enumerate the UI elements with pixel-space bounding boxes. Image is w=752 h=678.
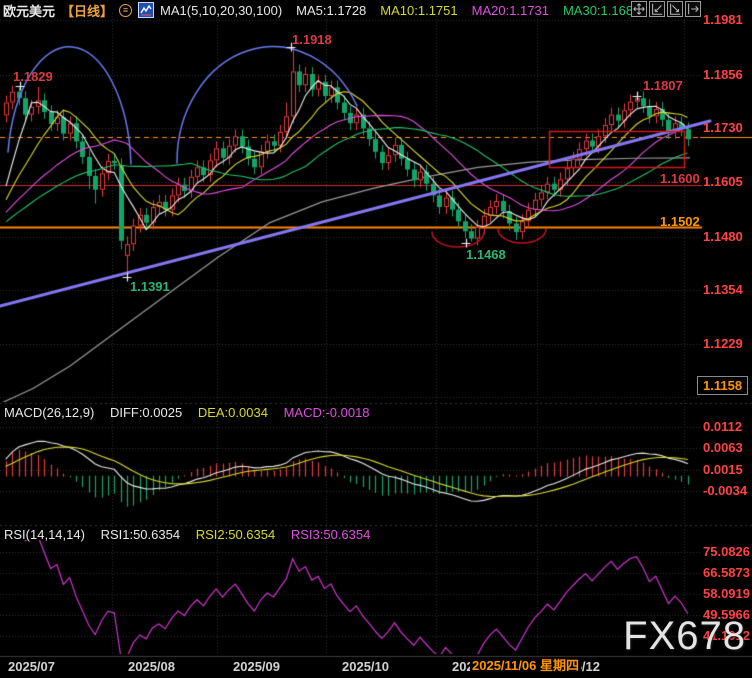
price-axis-label: 1.1605 bbox=[703, 175, 743, 188]
zigzag-icon bbox=[140, 4, 152, 16]
ma-group-label: MA1(5,10,20,30,100) bbox=[160, 3, 282, 18]
date-axis-label: 2025/08 bbox=[128, 660, 175, 673]
chart-settings-icon[interactable]: ≡ bbox=[119, 4, 132, 17]
annotation-label: 1.1391 bbox=[130, 280, 170, 293]
chart-window: 欧元美元 【日线】 ≡ MA1(5,10,20,30,100) MA5:1.17… bbox=[0, 0, 752, 678]
date-axis-label: 2025/09 bbox=[233, 660, 280, 673]
rsi-axis-label: 66.5873 bbox=[703, 566, 750, 579]
macd-axis-label: 0.0063 bbox=[703, 441, 743, 454]
chart-canvas[interactable] bbox=[0, 0, 752, 678]
annotation-label: 1.1468 bbox=[466, 248, 506, 261]
annotation-label: 1.1600 bbox=[660, 172, 700, 185]
date-axis-label: 2025/07 bbox=[8, 660, 55, 673]
scale-axis-right-button[interactable] bbox=[667, 1, 683, 17]
scale-axis-right-icon bbox=[668, 2, 682, 16]
rsi2-value: RSI2:50.6354 bbox=[196, 527, 276, 542]
pan-button[interactable] bbox=[631, 1, 647, 17]
annotation-label: 1.1807 bbox=[643, 79, 683, 92]
toolbar bbox=[631, 1, 701, 17]
price-axis-label: 1.1981 bbox=[703, 13, 743, 26]
indicator-chart-icon[interactable] bbox=[138, 2, 154, 18]
macd-diff-value: DIFF:0.0025 bbox=[110, 405, 182, 420]
rsi-params-label: RSI(14,14,14) bbox=[4, 527, 85, 542]
rsi3-value: RSI3:50.6354 bbox=[291, 527, 371, 542]
macd-params-label: MACD(26,12,9) bbox=[4, 405, 94, 420]
period-label[interactable]: 【日线】 bbox=[61, 1, 113, 20]
macd-axis-label: -0.0034 bbox=[703, 484, 747, 497]
price-axis-label: 1.1856 bbox=[703, 68, 743, 81]
annotation-label: 1.1502 bbox=[660, 215, 700, 228]
ma20-value: MA20:1.1731 bbox=[472, 3, 549, 18]
price-axis-label: 1.1229 bbox=[703, 337, 743, 350]
macd-axis-label: 0.0015 bbox=[703, 463, 743, 476]
macd-hist-value: MACD:-0.0018 bbox=[284, 405, 370, 420]
macd-dea-value: DEA:0.0034 bbox=[198, 405, 268, 420]
rsi-axis-label: 58.0919 bbox=[703, 587, 750, 600]
macd-header: MACD(26,12,9) DIFF:0.0025 DEA:0.0034 MAC… bbox=[4, 405, 382, 420]
ma5-value: MA5:1.1728 bbox=[296, 3, 366, 18]
ma10-value: MA10:1.1751 bbox=[380, 3, 457, 18]
ma30-value: MA30:1.168 bbox=[563, 3, 633, 18]
symbol-label: 欧元美元 bbox=[3, 1, 55, 20]
watermark: FX678 bbox=[623, 614, 746, 659]
pan-right-icon bbox=[686, 2, 700, 16]
pan-right-button[interactable] bbox=[685, 1, 701, 17]
price-axis-label: 1.1730 bbox=[703, 121, 743, 134]
annotation-label: 1.1829 bbox=[13, 70, 53, 83]
rsi-header: RSI(14,14,14) RSI1:50.6354 RSI2:50.6354 … bbox=[4, 527, 382, 542]
macd-axis-label: 0.0112 bbox=[703, 420, 742, 433]
annotation-label: 1.1918 bbox=[292, 33, 332, 46]
price-axis-label: 1.1480 bbox=[703, 230, 743, 243]
rsi1-value: RSI1:50.6354 bbox=[101, 527, 181, 542]
price-axis-label: 1.1354 bbox=[703, 283, 743, 296]
floating-price-label: 1.1158 bbox=[697, 376, 748, 395]
crosshair-date-label: 2025/11/06 星期四 bbox=[470, 659, 581, 672]
pan-icon bbox=[632, 2, 646, 16]
date-axis-label: 2025/10 bbox=[342, 660, 389, 673]
rsi-axis-label: 75.0826 bbox=[703, 545, 750, 558]
scale-axis-left-button[interactable] bbox=[649, 1, 665, 17]
header-bar: 欧元美元 【日线】 ≡ MA1(5,10,20,30,100) MA5:1.17… bbox=[3, 2, 633, 18]
scale-axis-left-icon bbox=[650, 2, 664, 16]
